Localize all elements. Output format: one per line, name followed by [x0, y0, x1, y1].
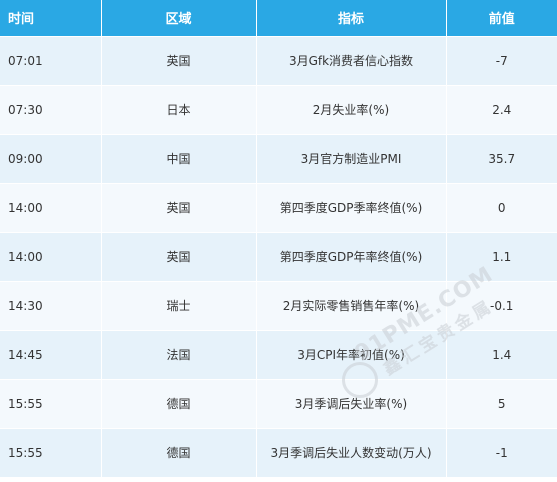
cell-region: 法国	[101, 329, 257, 379]
cell-previous: -1	[446, 427, 557, 477]
header-previous: 前值	[446, 0, 557, 36]
cell-region: 德国	[101, 378, 257, 428]
table-row: 14:00 英国 第四季度GDP年率终值(%) 1.1	[0, 231, 557, 281]
table-header: 时间 区域 指标 前值	[0, 0, 557, 36]
cell-indicator: 第四季度GDP季率终值(%)	[256, 182, 447, 232]
cell-time: 14:30	[0, 280, 102, 330]
cell-previous: 0	[446, 182, 557, 232]
table-row: 09:00 中国 3月官方制造业PMI 35.7	[0, 133, 557, 183]
table-row: 15:55 德国 3月季调后失业率(%) 5	[0, 378, 557, 428]
header-indicator: 指标	[256, 0, 447, 36]
cell-previous: -7	[446, 35, 557, 85]
header-row: 时间 区域 指标 前值	[0, 0, 557, 36]
table-row: 14:30 瑞士 2月实际零售销售年率(%) -0.1	[0, 280, 557, 330]
table-row: 14:00 英国 第四季度GDP季率终值(%) 0	[0, 182, 557, 232]
cell-previous: 1.1	[446, 231, 557, 281]
cell-indicator: 第四季度GDP年率终值(%)	[256, 231, 447, 281]
cell-indicator: 3月季调后失业人数变动(万人)	[256, 427, 447, 477]
cell-indicator: 3月季调后失业率(%)	[256, 378, 447, 428]
table-row: 07:30 日本 2月失业率(%) 2.4	[0, 84, 557, 134]
cell-indicator: 2月实际零售销售年率(%)	[256, 280, 447, 330]
cell-region: 瑞士	[101, 280, 257, 330]
cell-time: 09:00	[0, 133, 102, 183]
cell-indicator: 3月官方制造业PMI	[256, 133, 447, 183]
cell-time: 14:45	[0, 329, 102, 379]
table-row: 14:45 法国 3月CPI年率初值(%) 1.4	[0, 329, 557, 379]
cell-region: 中国	[101, 133, 257, 183]
table-body: 07:01 英国 3月Gfk消费者信心指数 -7 07:30 日本 2月失业率(…	[0, 35, 557, 477]
cell-indicator: 3月Gfk消费者信心指数	[256, 35, 447, 85]
cell-time: 14:00	[0, 182, 102, 232]
cell-region: 德国	[101, 427, 257, 477]
cell-previous: 1.4	[446, 329, 557, 379]
cell-region: 英国	[101, 231, 257, 281]
cell-previous: -0.1	[446, 280, 557, 330]
cell-indicator: 3月CPI年率初值(%)	[256, 329, 447, 379]
cell-previous: 2.4	[446, 84, 557, 134]
header-time: 时间	[0, 0, 102, 36]
cell-time: 07:30	[0, 84, 102, 134]
cell-indicator: 2月失业率(%)	[256, 84, 447, 134]
cell-region: 英国	[101, 35, 257, 85]
header-region: 区域	[101, 0, 257, 36]
table-row: 15:55 德国 3月季调后失业人数变动(万人) -1	[0, 427, 557, 477]
cell-time: 07:01	[0, 35, 102, 85]
cell-region: 英国	[101, 182, 257, 232]
cell-time: 15:55	[0, 378, 102, 428]
cell-region: 日本	[101, 84, 257, 134]
cell-previous: 35.7	[446, 133, 557, 183]
cell-previous: 5	[446, 378, 557, 428]
cell-time: 14:00	[0, 231, 102, 281]
cell-time: 15:55	[0, 427, 102, 477]
economic-calendar-table: 时间 区域 指标 前值 07:01 英国 3月Gfk消费者信心指数 -7 07:…	[0, 0, 557, 477]
table-row: 07:01 英国 3月Gfk消费者信心指数 -7	[0, 35, 557, 85]
